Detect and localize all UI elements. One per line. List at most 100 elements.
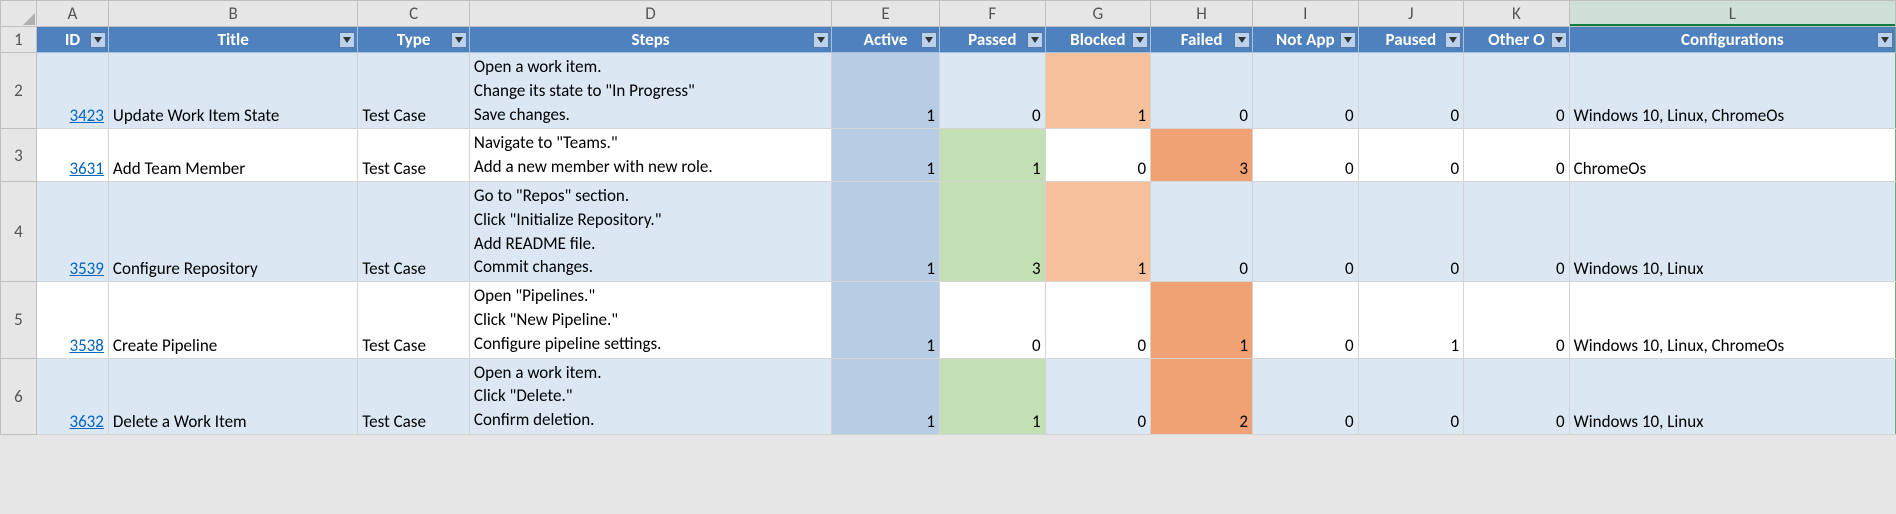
cell-title[interactable]: Configure Repository: [108, 181, 357, 281]
cell-passed[interactable]: 1: [940, 358, 1046, 434]
cell-paused[interactable]: 1: [1358, 282, 1464, 358]
filter-button-e[interactable]: [921, 32, 937, 48]
cell-blocked[interactable]: 0: [1045, 282, 1151, 358]
cell-config[interactable]: Windows 10, Linux, ChromeOs: [1569, 53, 1895, 129]
cell-passed[interactable]: 0: [940, 282, 1046, 358]
id-link[interactable]: 3631: [69, 158, 103, 179]
row-header[interactable]: 2: [1, 53, 37, 129]
cell-type[interactable]: Test Case: [358, 53, 470, 129]
id-link[interactable]: 3632: [69, 411, 103, 432]
table-header-type[interactable]: Type: [358, 27, 470, 53]
filter-button-a[interactable]: [90, 32, 106, 48]
table-header-title[interactable]: Title: [108, 27, 357, 53]
cell-other[interactable]: 0: [1464, 358, 1570, 434]
cell-config[interactable]: ChromeOs: [1569, 129, 1895, 182]
cell-blocked[interactable]: 0: [1045, 358, 1151, 434]
row-header[interactable]: 4: [1, 181, 37, 281]
column-header-K[interactable]: K: [1464, 1, 1570, 27]
cell-id[interactable]: 3539: [36, 181, 108, 281]
cell-type[interactable]: Test Case: [358, 181, 470, 281]
cell-id[interactable]: 3632: [36, 358, 108, 434]
column-header-L[interactable]: L: [1569, 1, 1895, 27]
table-header-blocked[interactable]: Blocked: [1045, 27, 1151, 53]
filter-button-l[interactable]: [1877, 32, 1893, 48]
row-header[interactable]: 6: [1, 358, 37, 434]
column-header-C[interactable]: C: [358, 1, 470, 27]
cell-active[interactable]: 1: [832, 358, 940, 434]
cell-title[interactable]: Delete a Work Item: [108, 358, 357, 434]
cell-notapp[interactable]: 0: [1253, 129, 1359, 182]
cell-steps[interactable]: Navigate to "Teams." Add a new member wi…: [469, 129, 831, 182]
cell-failed[interactable]: 0: [1151, 181, 1253, 281]
id-link[interactable]: 3539: [69, 258, 103, 279]
cell-passed[interactable]: 3: [940, 181, 1046, 281]
table-header-steps[interactable]: Steps: [469, 27, 831, 53]
column-header-I[interactable]: I: [1253, 1, 1359, 27]
cell-notapp[interactable]: 0: [1253, 282, 1359, 358]
table-header-other-o[interactable]: Other O: [1464, 27, 1570, 53]
table-header-active[interactable]: Active: [832, 27, 940, 53]
cell-other[interactable]: 0: [1464, 53, 1570, 129]
row-header[interactable]: 5: [1, 282, 37, 358]
filter-button-c[interactable]: [451, 32, 467, 48]
cell-type[interactable]: Test Case: [358, 129, 470, 182]
table-header-paused[interactable]: Paused: [1358, 27, 1464, 53]
column-header-G[interactable]: G: [1045, 1, 1151, 27]
cell-other[interactable]: 0: [1464, 282, 1570, 358]
cell-active[interactable]: 1: [832, 282, 940, 358]
cell-notapp[interactable]: 0: [1253, 53, 1359, 129]
cell-passed[interactable]: 1: [940, 129, 1046, 182]
column-header-D[interactable]: D: [469, 1, 831, 27]
cell-id[interactable]: 3631: [36, 129, 108, 182]
table-header-configurations[interactable]: Configurations: [1569, 27, 1895, 53]
filter-button-i[interactable]: [1340, 32, 1356, 48]
cell-failed[interactable]: 3: [1151, 129, 1253, 182]
cell-title[interactable]: Add Team Member: [108, 129, 357, 182]
cell-config[interactable]: Windows 10, Linux: [1569, 181, 1895, 281]
cell-steps[interactable]: Open "Pipelines." Click "New Pipeline." …: [469, 282, 831, 358]
cell-notapp[interactable]: 0: [1253, 181, 1359, 281]
column-header-E[interactable]: E: [832, 1, 940, 27]
cell-blocked[interactable]: 0: [1045, 129, 1151, 182]
cell-passed[interactable]: 0: [940, 53, 1046, 129]
cell-other[interactable]: 0: [1464, 181, 1570, 281]
filter-button-j[interactable]: [1445, 32, 1461, 48]
filter-button-d[interactable]: [813, 32, 829, 48]
cell-steps[interactable]: Open a work item. Click "Delete." Confir…: [469, 358, 831, 434]
cell-notapp[interactable]: 0: [1253, 358, 1359, 434]
column-header-F[interactable]: F: [940, 1, 1046, 27]
cell-failed[interactable]: 2: [1151, 358, 1253, 434]
filter-button-b[interactable]: [339, 32, 355, 48]
cell-active[interactable]: 1: [832, 53, 940, 129]
cell-paused[interactable]: 0: [1358, 129, 1464, 182]
cell-steps[interactable]: Go to "Repos" section. Click "Initialize…: [469, 181, 831, 281]
column-header-H[interactable]: H: [1151, 1, 1253, 27]
cell-paused[interactable]: 0: [1358, 358, 1464, 434]
cell-config[interactable]: Windows 10, Linux, ChromeOs: [1569, 282, 1895, 358]
cell-id[interactable]: 3538: [36, 282, 108, 358]
table-header-passed[interactable]: Passed: [940, 27, 1046, 53]
select-all-corner[interactable]: [1, 1, 37, 27]
cell-failed[interactable]: 1: [1151, 282, 1253, 358]
filter-button-h[interactable]: [1234, 32, 1250, 48]
cell-type[interactable]: Test Case: [358, 358, 470, 434]
cell-blocked[interactable]: 1: [1045, 181, 1151, 281]
cell-blocked[interactable]: 1: [1045, 53, 1151, 129]
row-header-1[interactable]: 1: [1, 27, 37, 53]
cell-id[interactable]: 3423: [36, 53, 108, 129]
id-link[interactable]: 3538: [69, 335, 103, 356]
table-header-failed[interactable]: Failed: [1151, 27, 1253, 53]
cell-paused[interactable]: 0: [1358, 181, 1464, 281]
cell-paused[interactable]: 0: [1358, 53, 1464, 129]
cell-steps[interactable]: Open a work item. Change its state to "I…: [469, 53, 831, 129]
cell-other[interactable]: 0: [1464, 129, 1570, 182]
cell-title[interactable]: Create Pipeline: [108, 282, 357, 358]
cell-type[interactable]: Test Case: [358, 282, 470, 358]
cell-title[interactable]: Update Work Item State: [108, 53, 357, 129]
filter-button-k[interactable]: [1551, 32, 1567, 48]
column-header-B[interactable]: B: [108, 1, 357, 27]
cell-failed[interactable]: 0: [1151, 53, 1253, 129]
id-link[interactable]: 3423: [69, 105, 103, 126]
filter-button-f[interactable]: [1027, 32, 1043, 48]
filter-button-g[interactable]: [1132, 32, 1148, 48]
